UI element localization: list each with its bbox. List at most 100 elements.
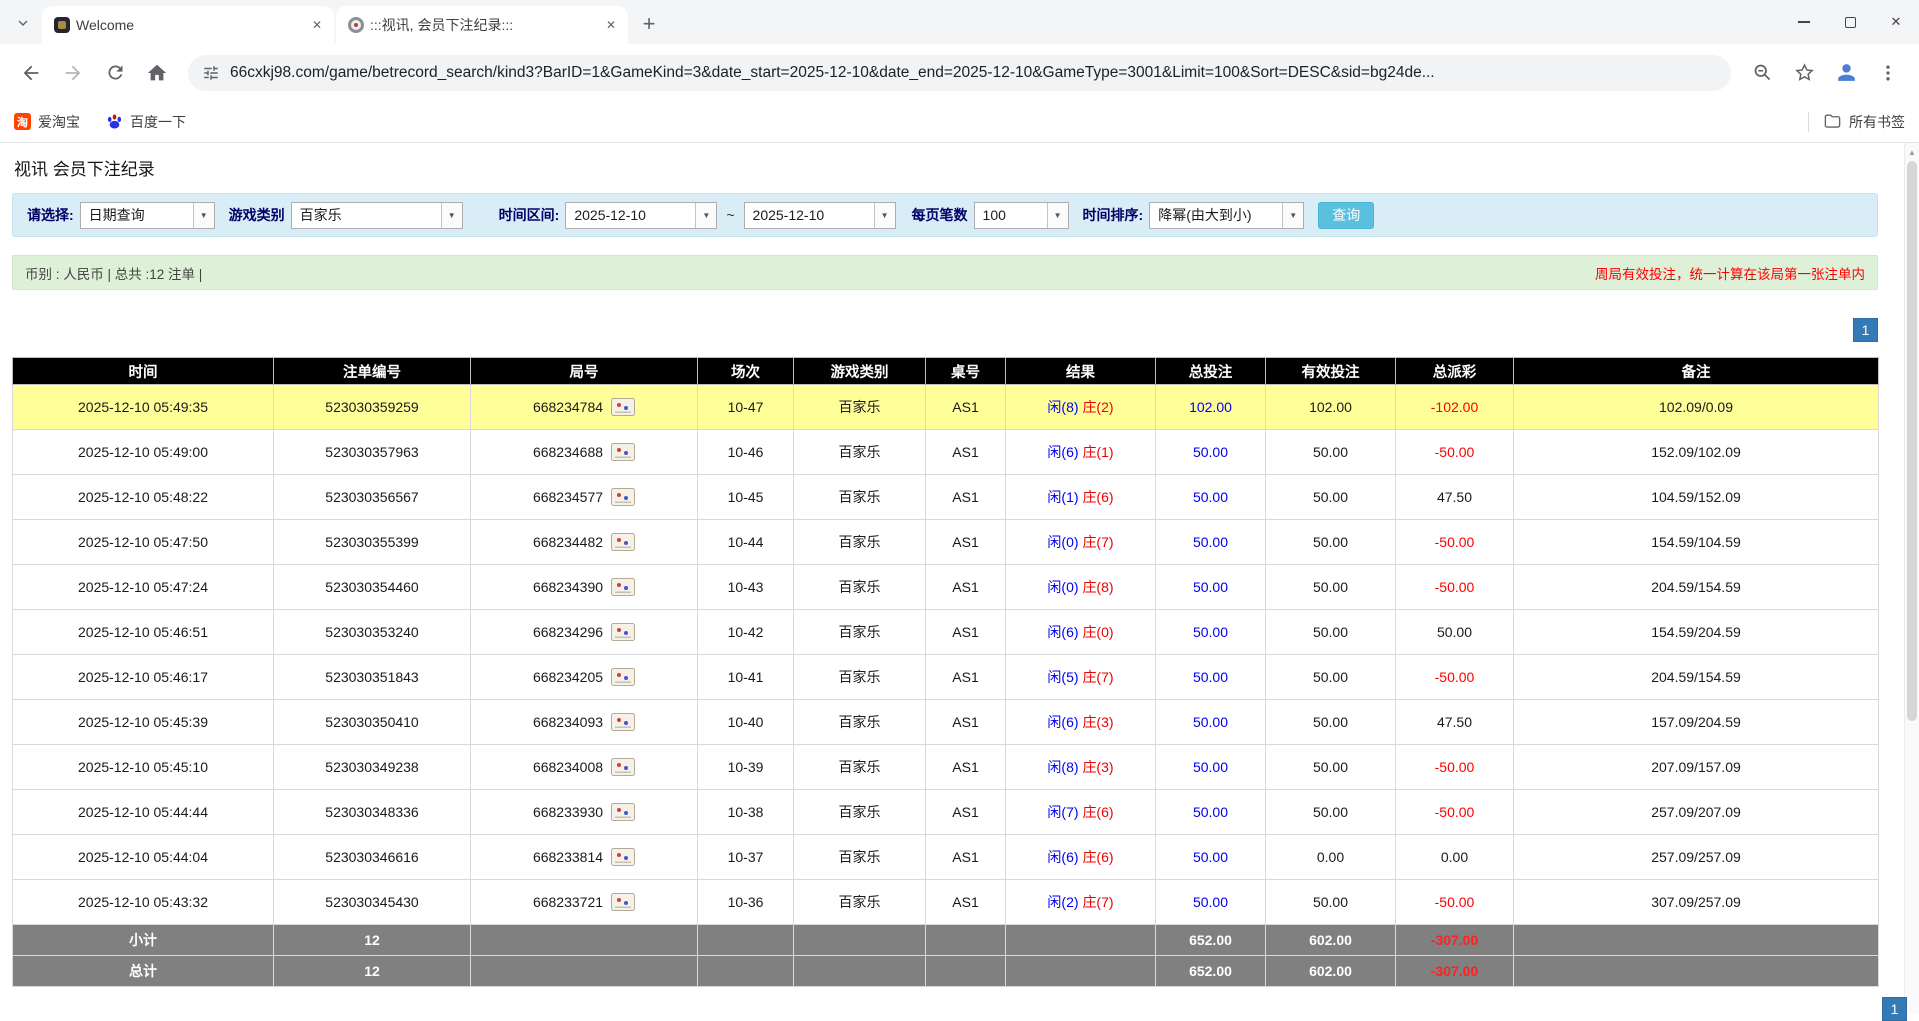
home-button[interactable] — [139, 55, 175, 91]
bet-record-row: 2025-12-10 05:43:32523030345430668233721… — [13, 880, 1879, 925]
page-scrollbar[interactable]: ▲ — [1904, 143, 1919, 1014]
dropdown-arrow-icon[interactable]: ▼ — [193, 203, 214, 228]
date-end-select[interactable]: 2025-12-10 ▼ — [744, 202, 896, 229]
cell-total-bet[interactable]: 102.00 — [1156, 385, 1266, 430]
result-banker: 庄(3) — [1082, 714, 1113, 730]
cell-total-bet[interactable]: 50.00 — [1156, 610, 1266, 655]
round-number: 668234205 — [533, 669, 603, 685]
cell-session: 10-44 — [698, 520, 794, 565]
cell-game-type: 百家乐 — [794, 565, 926, 610]
tab-strip: Welcome ✕ :::视讯, 会员下注纪录::: ✕ + ✕ — [0, 0, 1919, 44]
forward-button[interactable] — [55, 55, 91, 91]
dropdown-arrow-icon[interactable]: ▼ — [1282, 203, 1303, 228]
all-bookmarks-label[interactable]: 所有书签 — [1849, 112, 1905, 132]
bet-record-row: 2025-12-10 05:48:22523030356567668234577… — [13, 475, 1879, 520]
cell-bet-id: 523030355399 — [274, 520, 471, 565]
sort-select[interactable]: 降幂(由大到小) ▼ — [1149, 202, 1304, 229]
roadmap-icon[interactable] — [611, 578, 635, 596]
column-header-4: 游戏类别 — [794, 358, 926, 385]
cell-time: 2025-12-10 05:48:22 — [13, 475, 274, 520]
cell-valid-bet: 50.00 — [1266, 430, 1396, 475]
cell-note: 207.09/157.09 — [1514, 745, 1879, 790]
dropdown-arrow-icon[interactable]: ▼ — [1047, 203, 1068, 228]
cell-total-bet[interactable]: 50.00 — [1156, 565, 1266, 610]
close-window-button[interactable]: ✕ — [1873, 0, 1919, 44]
dropdown-arrow-icon[interactable]: ▼ — [441, 203, 462, 228]
bookmark-baidu[interactable]: 百度一下 — [106, 112, 186, 132]
column-header-5: 桌号 — [926, 358, 1006, 385]
page-size-select[interactable]: 100 ▼ — [974, 202, 1069, 229]
result-banker: 庄(3) — [1082, 759, 1113, 775]
refresh-button[interactable] — [97, 55, 133, 91]
maximize-button[interactable] — [1827, 0, 1873, 44]
roadmap-icon[interactable] — [611, 398, 635, 416]
bet-record-row: 2025-12-10 05:49:35523030359259668234784… — [13, 385, 1879, 430]
roadmap-icon[interactable] — [611, 488, 635, 506]
table-header-row: 时间注单编号局号场次游戏类别桌号结果总投注有效投注总派彩备注 — [13, 358, 1879, 385]
roadmap-icon[interactable] — [611, 533, 635, 551]
profile-avatar-icon[interactable] — [1828, 55, 1864, 91]
bookmark-star-icon[interactable] — [1786, 55, 1822, 91]
cell-table-id: AS1 — [926, 385, 1006, 430]
roadmap-icon[interactable] — [611, 758, 635, 776]
cell-total-bet[interactable]: 50.00 — [1156, 430, 1266, 475]
cell-total-bet[interactable]: 50.00 — [1156, 655, 1266, 700]
cell-time: 2025-12-10 05:45:10 — [13, 745, 274, 790]
tab-search-button[interactable] — [8, 8, 38, 38]
select-value: 100 — [975, 203, 1047, 228]
pagination-page-1-bottom[interactable]: 1 — [1882, 997, 1907, 1021]
new-tab-button[interactable]: + — [634, 9, 664, 39]
tab-close-icon[interactable]: ✕ — [308, 16, 326, 34]
cell-total-bet[interactable]: 50.00 — [1156, 745, 1266, 790]
divider — [1808, 112, 1809, 132]
cell-payout: -102.00 — [1396, 385, 1514, 430]
game-type-select[interactable]: 百家乐 ▼ — [291, 202, 463, 229]
footer-empty — [1514, 925, 1879, 956]
column-header-7: 总投注 — [1156, 358, 1266, 385]
roadmap-icon[interactable] — [611, 668, 635, 686]
tab-title: :::视讯, 会员下注纪录::: — [370, 15, 596, 35]
select-value: 百家乐 — [292, 203, 441, 228]
cell-bet-id: 523030348336 — [274, 790, 471, 835]
cell-total-bet[interactable]: 50.00 — [1156, 790, 1266, 835]
tab-close-icon[interactable]: ✕ — [602, 16, 620, 34]
cell-total-bet[interactable]: 50.00 — [1156, 835, 1266, 880]
menu-icon[interactable] — [1870, 55, 1906, 91]
roadmap-icon[interactable] — [611, 713, 635, 731]
result-banker: 庄(7) — [1082, 669, 1113, 685]
tab-welcome[interactable]: Welcome ✕ — [42, 6, 334, 44]
roadmap-icon[interactable] — [611, 623, 635, 641]
cell-result: 闲(2) 庄(7) — [1006, 880, 1156, 925]
query-type-select[interactable]: 日期查询 ▼ — [80, 202, 215, 229]
cell-total-bet[interactable]: 50.00 — [1156, 475, 1266, 520]
bookmark-aitaobao[interactable]: 淘 爱淘宝 — [14, 112, 80, 132]
url-bar[interactable]: 66cxkj98.com/game/betrecord_search/kind3… — [188, 55, 1731, 91]
zoom-icon[interactable] — [1744, 55, 1780, 91]
cell-session: 10-39 — [698, 745, 794, 790]
scrollbar-thumb[interactable] — [1907, 161, 1917, 721]
roadmap-icon[interactable] — [611, 848, 635, 866]
back-button[interactable] — [13, 55, 49, 91]
dropdown-arrow-icon[interactable]: ▼ — [695, 203, 716, 228]
site-info-icon[interactable] — [202, 64, 220, 82]
roadmap-icon[interactable] — [611, 803, 635, 821]
cell-bet-id: 523030345430 — [274, 880, 471, 925]
window-controls: ✕ — [1781, 0, 1919, 44]
cell-round-id: 668234482 — [471, 520, 698, 565]
roadmap-icon[interactable] — [611, 893, 635, 911]
pagination-page-1[interactable]: 1 — [1853, 318, 1878, 342]
cell-total-bet[interactable]: 50.00 — [1156, 880, 1266, 925]
dropdown-arrow-icon[interactable]: ▼ — [874, 203, 895, 228]
select-value: 降幂(由大到小) — [1150, 203, 1282, 228]
cell-session: 10-40 — [698, 700, 794, 745]
search-button[interactable]: 查询 — [1318, 202, 1374, 229]
tab-bet-record[interactable]: :::视讯, 会员下注纪录::: ✕ — [336, 6, 628, 44]
roadmap-icon[interactable] — [611, 443, 635, 461]
bet-record-row: 2025-12-10 05:47:50523030355399668234482… — [13, 520, 1879, 565]
minimize-button[interactable] — [1781, 0, 1827, 44]
cell-result: 闲(8) 庄(3) — [1006, 745, 1156, 790]
date-start-select[interactable]: 2025-12-10 ▼ — [565, 202, 717, 229]
cell-total-bet[interactable]: 50.00 — [1156, 520, 1266, 565]
result-banker: 庄(7) — [1082, 894, 1113, 910]
cell-total-bet[interactable]: 50.00 — [1156, 700, 1266, 745]
